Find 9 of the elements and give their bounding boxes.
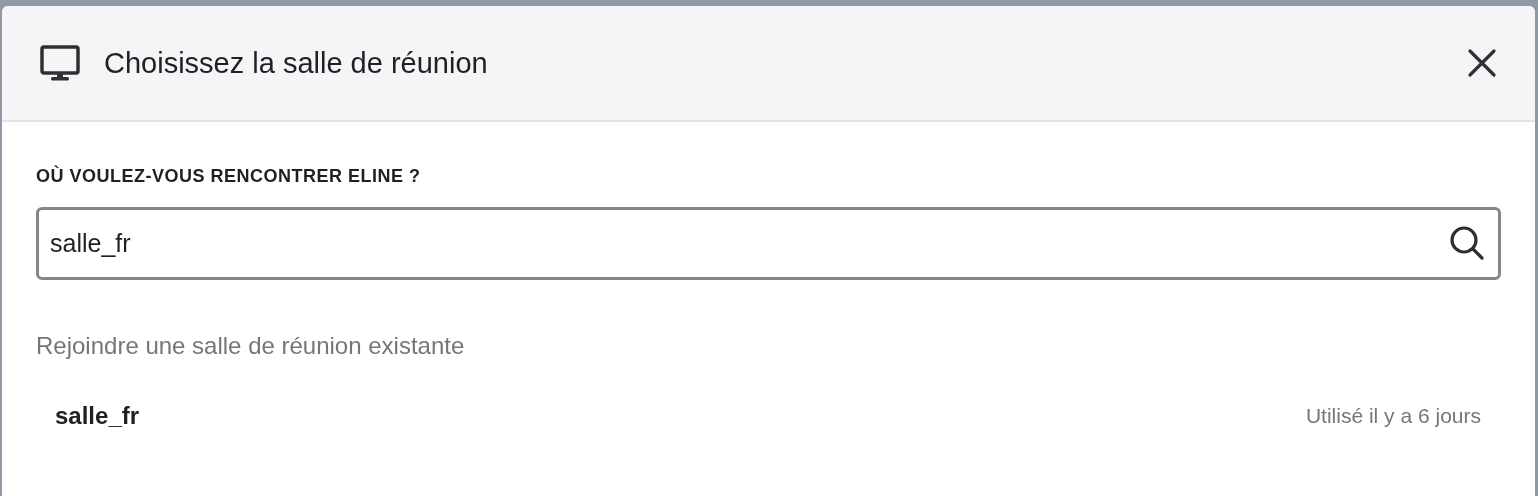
room-name: salle_fr — [55, 402, 140, 430]
room-item[interactable]: salle_fr Utilisé il y a 6 jours — [36, 402, 1501, 430]
section-heading: Rejoindre une salle de réunion existante — [36, 332, 466, 360]
search-field[interactable]: salle_fr — [36, 207, 1501, 280]
search-icon[interactable] — [1447, 223, 1487, 263]
last-used-time: Utilisé il y a 6 jours — [1305, 404, 1481, 428]
field-label: OÙ VOULEZ-VOUS RENCONTRER ELINE ? — [36, 166, 422, 187]
monitor-icon — [40, 43, 80, 83]
dialog-title: Choisissez la salle de réunion — [104, 46, 489, 80]
